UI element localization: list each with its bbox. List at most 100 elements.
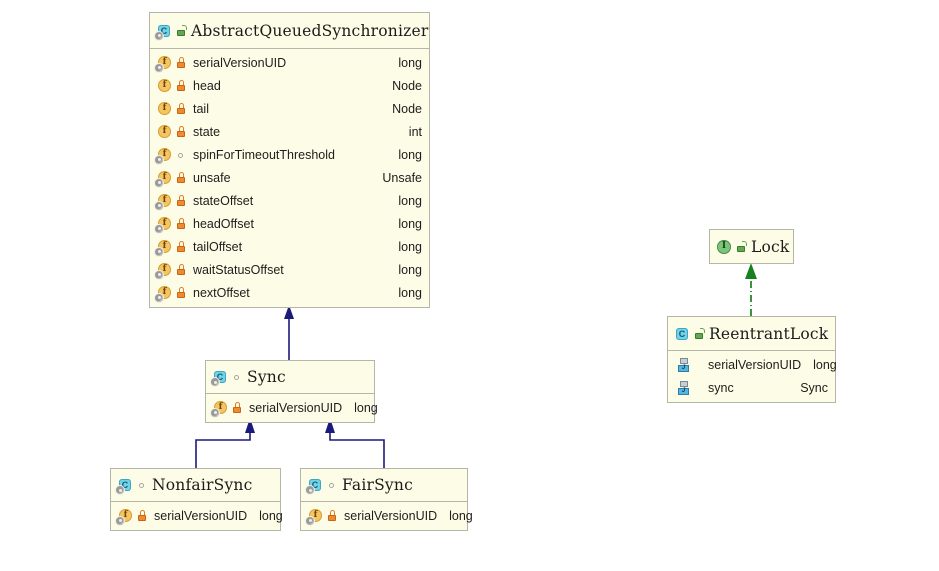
- member-name: unsafe: [193, 170, 231, 185]
- member-name: stateOffset: [193, 193, 254, 208]
- member-name: sync: [708, 380, 734, 395]
- class-header: NonfairSync: [111, 469, 280, 502]
- member-list: serialVersionUID long sync Sync: [668, 351, 837, 402]
- package-visibility-icon: [326, 478, 338, 492]
- private-visibility-icon: [175, 194, 187, 208]
- private-visibility-icon: [175, 171, 187, 185]
- member-type: long: [398, 216, 422, 231]
- member-type: Node: [392, 78, 422, 93]
- class-name: AbstractQueuedSynchronizer: [191, 21, 429, 40]
- member-type: long: [398, 285, 422, 300]
- member-row[interactable]: serialVersionUID long: [111, 504, 283, 527]
- member-type: long: [449, 508, 473, 523]
- class-name: ReentrantLock: [709, 324, 829, 343]
- class-box-sync[interactable]: Sync serialVersionUID long: [205, 360, 378, 423]
- public-visibility-icon: [175, 24, 187, 38]
- generalization-sync-to-aqs: [284, 305, 294, 360]
- java-field-icon: [677, 380, 693, 396]
- field-icon: [155, 262, 172, 279]
- field-icon: [155, 239, 172, 256]
- member-name: head: [193, 78, 221, 93]
- class-name: FairSync: [342, 476, 413, 494]
- member-row[interactable]: nextOffset long: [150, 281, 429, 304]
- member-name: serialVersionUID: [708, 357, 802, 372]
- class-header: AbstractQueuedSynchronizer: [150, 13, 429, 49]
- class-icon: [306, 477, 323, 494]
- member-row[interactable]: serialVersionUID long: [301, 504, 473, 527]
- private-visibility-icon: [326, 509, 338, 523]
- member-name: tailOffset: [193, 239, 243, 254]
- member-row[interactable]: serialVersionUID long: [668, 353, 837, 376]
- field-icon: [211, 400, 228, 417]
- diagram-canvas: AbstractQueuedSynchronizer serialVersion…: [0, 0, 939, 571]
- private-visibility-icon: [136, 509, 148, 523]
- member-list: serialVersionUID long: [301, 502, 473, 530]
- class-icon: [211, 369, 228, 386]
- member-name: spinForTimeoutThreshold: [193, 147, 335, 162]
- member-row[interactable]: spinForTimeoutThreshold long: [150, 143, 429, 166]
- interface-name: Lock: [751, 237, 790, 256]
- field-icon: [155, 147, 172, 164]
- member-list: serialVersionUID long head Node tail Nod…: [150, 49, 429, 307]
- package-visibility-icon: [136, 478, 148, 492]
- member-name: waitStatusOffset: [193, 262, 284, 277]
- member-row[interactable]: tail Node: [150, 97, 429, 120]
- class-icon: [116, 477, 133, 494]
- member-type: int: [408, 124, 422, 139]
- class-header: FairSync: [301, 469, 467, 502]
- public-visibility-icon: [735, 240, 747, 254]
- member-type: long: [398, 147, 422, 162]
- generalization-nonfairsync-to-sync: [195, 418, 255, 468]
- member-row[interactable]: unsafe Unsafe: [150, 166, 429, 189]
- field-icon: [156, 101, 172, 117]
- member-row[interactable]: serialVersionUID long: [206, 396, 378, 419]
- field-icon: [155, 216, 172, 233]
- private-visibility-icon: [175, 102, 187, 116]
- class-icon: [155, 23, 172, 40]
- member-type: long: [354, 400, 378, 415]
- member-row[interactable]: state int: [150, 120, 429, 143]
- private-visibility-icon: [175, 263, 187, 277]
- field-icon: [116, 508, 133, 525]
- class-box-reentrantlock[interactable]: ReentrantLock serialVersionUID long sync…: [667, 316, 837, 403]
- member-list: serialVersionUID long: [111, 502, 283, 530]
- field-icon: [155, 193, 172, 210]
- field-icon: [156, 78, 172, 94]
- member-row[interactable]: head Node: [150, 74, 429, 97]
- private-visibility-icon: [175, 125, 187, 139]
- private-visibility-icon: [175, 217, 187, 231]
- realization-reentrantlock-to-lock: [745, 263, 757, 316]
- class-box-nonfairsync[interactable]: NonfairSync serialVersionUID long: [110, 468, 283, 531]
- private-visibility-icon: [175, 79, 187, 93]
- member-type: Node: [392, 101, 422, 116]
- member-type: Unsafe: [382, 170, 422, 185]
- field-icon: [155, 285, 172, 302]
- member-row[interactable]: serialVersionUID long: [150, 51, 429, 74]
- interface-icon: [716, 239, 732, 255]
- member-name: headOffset: [193, 216, 254, 231]
- member-type: long: [398, 55, 422, 70]
- member-type: long: [398, 193, 422, 208]
- member-type: Sync: [800, 380, 828, 395]
- class-box-abstractqueuedsynchronizer[interactable]: AbstractQueuedSynchronizer serialVersion…: [149, 12, 430, 308]
- generalization-fairsync-to-sync: [325, 418, 385, 468]
- public-visibility-icon: [693, 327, 705, 341]
- class-box-fairsync[interactable]: FairSync serialVersionUID long: [300, 468, 473, 531]
- member-list: serialVersionUID long: [206, 394, 378, 422]
- member-row[interactable]: headOffset long: [150, 212, 429, 235]
- member-name: nextOffset: [193, 285, 250, 300]
- interface-header: Lock: [710, 230, 793, 263]
- member-row[interactable]: stateOffset long: [150, 189, 429, 212]
- member-row[interactable]: sync Sync: [668, 376, 835, 399]
- field-icon: [306, 508, 323, 525]
- member-row[interactable]: tailOffset long: [150, 235, 429, 258]
- member-type: long: [398, 262, 422, 277]
- interface-box-lock[interactable]: Lock: [709, 229, 794, 264]
- field-icon: [155, 55, 172, 72]
- class-name: NonfairSync: [152, 476, 253, 494]
- member-type: long: [398, 239, 422, 254]
- member-name: serialVersionUID: [249, 400, 343, 415]
- member-type: long: [813, 357, 837, 372]
- member-name: serialVersionUID: [193, 55, 287, 70]
- member-row[interactable]: waitStatusOffset long: [150, 258, 429, 281]
